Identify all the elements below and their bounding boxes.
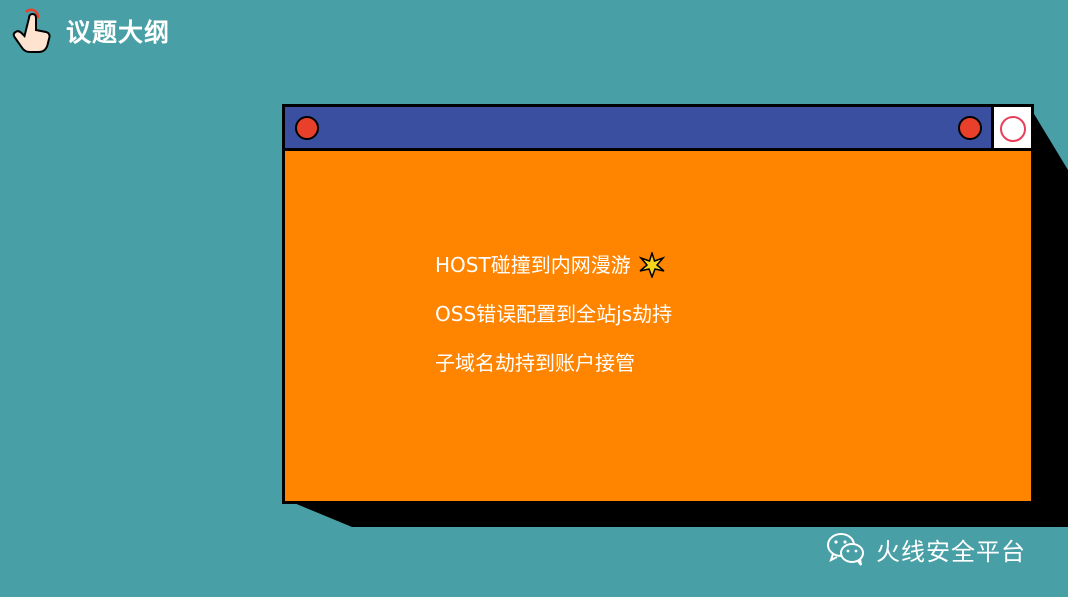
wechat-icon bbox=[827, 533, 864, 566]
list-item: OSS错误配置到全站js劫持 bbox=[435, 289, 672, 338]
list-item: HOST碰撞到内网漫游 bbox=[435, 240, 672, 289]
pointing-hand-icon bbox=[12, 8, 51, 53]
window-title-bar bbox=[285, 107, 1031, 151]
red-dot-icon[interactable] bbox=[295, 116, 319, 140]
agenda-item-text: 子域名劫持到账户接管 bbox=[435, 350, 635, 375]
close-ring-icon bbox=[1000, 116, 1026, 142]
page-title: 议题大纲 bbox=[66, 18, 171, 47]
browser-window: HOST碰撞到内网漫游 OSS错误配置到全站js劫持 子域名劫持到账户接管 bbox=[282, 104, 1034, 504]
spark-star-icon bbox=[638, 251, 665, 278]
agenda-item-text: HOST碰撞到内网漫游 bbox=[435, 252, 631, 277]
title-bar: 议题大纲 bbox=[10, 8, 170, 54]
brand-watermark: 火线安全平台 bbox=[826, 531, 1026, 567]
red-dot-icon[interactable] bbox=[958, 116, 982, 140]
list-item: 子域名劫持到账户接管 bbox=[435, 338, 672, 387]
brand-name: 火线安全平台 bbox=[876, 537, 1026, 566]
agenda-list: HOST碰撞到内网漫游 OSS错误配置到全站js劫持 子域名劫持到账户接管 bbox=[435, 240, 672, 387]
agenda-item-text: OSS错误配置到全站js劫持 bbox=[435, 301, 673, 326]
close-button[interactable] bbox=[991, 107, 1031, 148]
